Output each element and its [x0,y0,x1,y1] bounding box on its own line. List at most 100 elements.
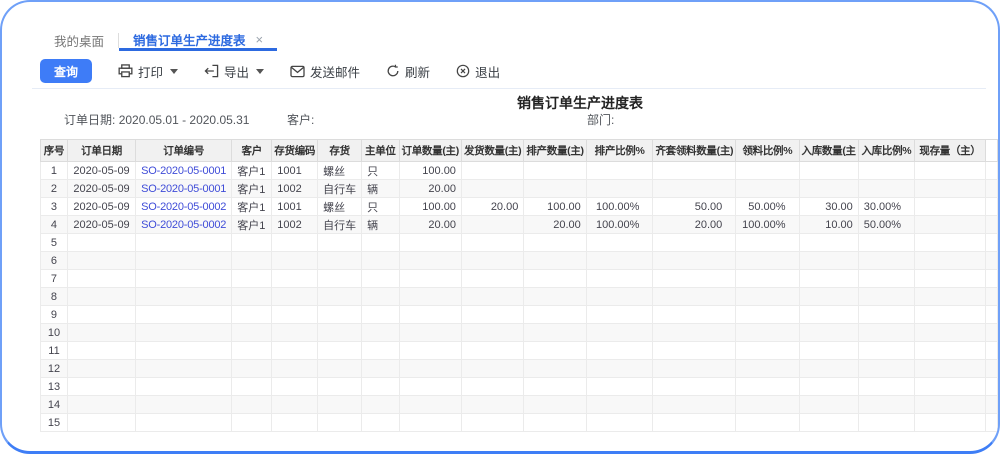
order-number-link[interactable]: SO-2020-05-0002 [135,197,233,216]
table-cell [231,377,273,396]
table-cell: 20.00 [460,197,525,216]
table-cell [652,395,737,414]
order-number-link[interactable]: SO-2020-05-0002 [135,215,233,234]
table-cell [914,413,986,432]
table-cell: 客户1 [231,197,273,216]
table-header-cell: 排产数量(主) [523,139,587,162]
table-cell: 只 [361,161,400,180]
table-row: 11 [40,341,998,360]
refresh-button[interactable]: 刷新 [386,62,430,81]
tab-sales-order-progress[interactable]: 销售订单生产进度表 × [119,30,278,51]
table-cell [271,233,319,252]
print-button[interactable]: 打印 [118,62,179,81]
table-cell [652,305,737,324]
table-cell [66,413,137,432]
table-cell [361,233,400,252]
query-button[interactable]: 查询 [40,59,92,83]
table-cell [66,287,137,306]
table-cell [914,197,986,216]
tab-my-desktop[interactable]: 我的桌面 [40,30,118,51]
table-cell [231,251,273,270]
table-cell [231,359,273,378]
table-cell [984,359,998,378]
table-cell [798,287,859,306]
table-cell [66,323,137,342]
table-cell [585,233,654,252]
table-cell [231,305,273,324]
table-cell [231,287,273,306]
table-cell [735,305,800,324]
table-cell [231,413,273,432]
table-cell [984,341,998,360]
table-row: 6 [40,251,998,270]
table-cell [231,341,273,360]
table-cell [798,413,859,432]
table-cell [361,269,400,288]
table-cell [231,233,273,252]
exit-button[interactable]: 退出 [456,62,500,81]
table-cell [857,395,916,414]
table-cell [585,179,654,198]
export-button[interactable]: 导出 [204,62,265,81]
table-cell: 30.00% [857,197,916,216]
order-number-link[interactable]: SO-2020-05-0001 [135,179,233,198]
table-cell [135,269,233,288]
close-icon[interactable]: × [256,32,264,47]
filter-department: 部门: [587,111,614,128]
table-cell [66,251,137,270]
table-cell [652,377,737,396]
table-row: 1 2020-05-09 SO-2020-05-0001 客户1 1001 螺丝只 100.… [40,161,998,180]
table-cell: 9 [40,305,68,324]
table-cell [984,179,998,198]
table-cell [317,341,363,360]
table-cell [460,395,525,414]
table-cell [460,269,525,288]
table-row: 12 [40,359,998,378]
table-cell: 20.00 [398,179,462,198]
order-number-link[interactable]: SO-2020-05-0001 [135,161,233,180]
table-cell [735,341,800,360]
send-mail-button[interactable]: 发送邮件 [290,62,360,81]
table-cell [585,341,654,360]
table-cell [735,287,800,306]
table-cell [66,233,137,252]
export-icon [204,64,219,78]
filter-order-date: 订单日期: 2020.05.01 - 2020.05.31 [64,111,249,128]
table-cell [271,341,319,360]
table-cell [984,197,998,216]
table-cell [460,233,525,252]
toolbar-divider [32,88,986,89]
table-cell [398,305,462,324]
table-cell [135,251,233,270]
table-cell [523,359,587,378]
table-cell: 20.00 [398,215,462,234]
table-cell [271,269,319,288]
table-cell [271,413,319,432]
table-header-cell: 发货数量(主) [460,139,525,162]
table-cell: 10 [40,323,68,342]
chevron-down-icon [170,68,179,74]
filter-customer: 客户: [287,111,314,128]
table-cell [66,305,137,324]
table-cell: 20.00 [523,215,587,234]
table-cell [135,323,233,342]
table-cell [585,269,654,288]
table-cell [798,179,859,198]
table-cell [798,377,859,396]
table-row: 13 [40,377,998,396]
table-cell [984,323,998,342]
table-cell [231,323,273,342]
table-cell [135,233,233,252]
table-cell [735,251,800,270]
table-cell [523,341,587,360]
table-cell [317,233,363,252]
table-cell [317,395,363,414]
table-cell [585,413,654,432]
table-cell [135,305,233,324]
table-row: 15 [40,413,998,432]
table-cell [398,323,462,342]
table-cell [317,251,363,270]
table-cell: 12 [40,359,68,378]
table-cell: 100.00% [735,215,800,234]
table-cell [361,341,400,360]
